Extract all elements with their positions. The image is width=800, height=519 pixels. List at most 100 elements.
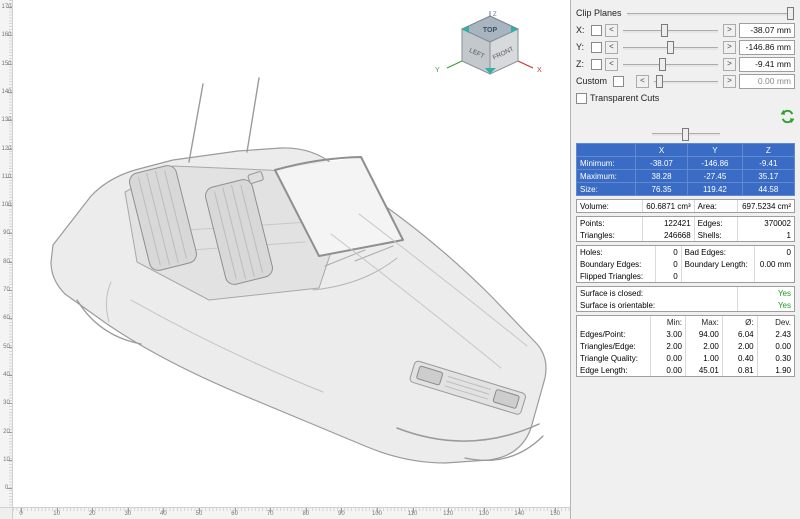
- counts-group: Points: 122421 Edges: 370002 Triangles: …: [576, 216, 795, 242]
- slider-handle[interactable]: [656, 75, 663, 88]
- view-cube-top-label: TOP: [483, 27, 498, 34]
- plane-z-step-left-button[interactable]: <: [605, 58, 618, 71]
- transparent-cuts-checkbox[interactable]: [576, 93, 587, 104]
- bbox-col-z: Z: [742, 144, 794, 157]
- plane-z-checkbox[interactable]: [591, 59, 602, 70]
- clip-planes-panel: Clip Planes X: < > -38.07 mm Y: < > -146…: [571, 0, 800, 519]
- ruler-vertical: 1701601501401301201101009080706050403020…: [0, 0, 13, 507]
- clip-master-slider[interactable]: [625, 7, 795, 20]
- ruler-tick: [7, 92, 12, 93]
- area-value: 697.5234 cm²: [738, 200, 794, 212]
- mesh-row-triangle-quality: Triangle Quality: 0.00 1.00 0.40 0.30: [577, 352, 794, 364]
- plane-y-slider[interactable]: [621, 41, 720, 54]
- custom-plane-label: Custom: [576, 76, 610, 86]
- ruler-tick: [199, 508, 200, 513]
- ruler-tick: [484, 508, 485, 513]
- ruler-tick: [555, 508, 556, 513]
- boundary-length-value: 0.00 mm: [755, 258, 794, 270]
- points-value: 122421: [642, 217, 694, 229]
- custom-step-right-button[interactable]: >: [723, 75, 736, 88]
- plane-x-checkbox[interactable]: [591, 25, 602, 36]
- ruler-tick: [7, 347, 12, 348]
- bbox-corner-cell: [577, 144, 636, 157]
- mesh-quality-group: Min: Max: Ø: Dev. Edges/Point: 3.00 94.0…: [576, 315, 795, 377]
- ruler-tick: [341, 508, 342, 513]
- custom-step-left-button[interactable]: <: [636, 75, 649, 88]
- custom-plane-slider[interactable]: [652, 75, 720, 88]
- ruler-corner: [0, 507, 13, 519]
- slider-handle[interactable]: [667, 41, 674, 54]
- mesh-col-dev: Dev.: [757, 316, 794, 328]
- plane-y-step-right-button[interactable]: >: [723, 41, 736, 54]
- axis-x-label: X: [537, 67, 542, 74]
- triangles-label: Triangles:: [577, 229, 642, 241]
- boundary-edges-value: 0: [655, 258, 681, 270]
- cut-transparency-slider[interactable]: [650, 128, 722, 140]
- ruler-tick: [377, 508, 378, 513]
- plane-z-step-right-button[interactable]: >: [723, 58, 736, 71]
- axis-y-label: Y: [435, 67, 440, 74]
- ruler-tick: [128, 508, 129, 513]
- plane-z-slider[interactable]: [621, 58, 720, 71]
- slider-handle[interactable]: [659, 58, 666, 71]
- car-pillars: [189, 78, 259, 162]
- ruler-tick: [235, 508, 236, 513]
- custom-plane-row: Custom < > 0.00 mm: [576, 74, 795, 88]
- defects-group: Holes: 0 Bad Edges: 0 Boundary Edges: 0 …: [576, 245, 795, 283]
- plane-y-checkbox[interactable]: [591, 42, 602, 53]
- bad-edges-value: 0: [755, 246, 794, 258]
- model-scene[interactable]: TOP LEFT FRONT X Y Z: [13, 0, 570, 507]
- plane-z-label: Z:: [576, 59, 588, 69]
- custom-plane-value[interactable]: 0.00 mm: [739, 74, 795, 89]
- ruler-tick: [7, 64, 12, 65]
- slider-handle[interactable]: [661, 24, 668, 37]
- ruler-tick: [306, 508, 307, 513]
- slider-handle[interactable]: [787, 7, 794, 20]
- plane-x-step-left-button[interactable]: <: [605, 24, 618, 37]
- plane-y-value[interactable]: -146.86 mm: [739, 40, 795, 55]
- flipped-triangles-value: 0: [655, 270, 681, 282]
- ruler-tick: [163, 508, 164, 513]
- ruler-tick: [270, 508, 271, 513]
- bbox-minimum-row: Minimum: -38.07 -146.86 -9.41: [577, 157, 795, 170]
- bounding-box-table: X Y Z Minimum: -38.07 -146.86 -9.41 Maxi…: [576, 143, 795, 196]
- bbox-maximum-row: Maximum: 38.28 -27.45 35.17: [577, 170, 795, 183]
- ruler-tick: [21, 508, 22, 513]
- clip-title-row: Clip Planes: [576, 6, 795, 20]
- ruler-tick: [7, 205, 12, 206]
- mesh-col-max: Max:: [686, 316, 723, 328]
- volume-area-group: Volume: 60.6871 cm³ Area: 697.5234 cm²: [576, 199, 795, 213]
- axis-y-line: [447, 61, 462, 68]
- slider-handle[interactable]: [682, 128, 689, 141]
- plane-z-value[interactable]: -9.41 mm: [739, 57, 795, 72]
- custom-plane-checkbox[interactable]: [613, 76, 624, 87]
- plane-x-value[interactable]: -38.07 mm: [739, 23, 795, 38]
- viewport-3d[interactable]: TOP LEFT FRONT X Y Z 1701601501401301201…: [0, 0, 571, 519]
- surface-orientable-value: Yes: [738, 299, 794, 311]
- transparent-cuts-label: Transparent Cuts: [590, 93, 659, 103]
- plane-x-step-right-button[interactable]: >: [723, 24, 736, 37]
- refresh-icon[interactable]: [780, 109, 795, 124]
- bbox-col-x: X: [635, 144, 687, 157]
- holes-value: 0: [655, 246, 681, 258]
- flipped-triangles-label: Flipped Triangles:: [577, 270, 655, 282]
- ruler-tick: [7, 120, 12, 121]
- ruler-tick: [92, 508, 93, 513]
- clip-planes-title: Clip Planes: [576, 8, 622, 18]
- surface-closed-value: Yes: [738, 287, 794, 299]
- triangles-value: 246668: [642, 229, 694, 241]
- volume-value: 60.6871 cm³: [642, 200, 694, 212]
- mesh-row-edge-length: Edge Length: 0.00 45.01 0.81 1.90: [577, 364, 794, 376]
- ruler-tick: [7, 488, 12, 489]
- ruler-tick: [7, 318, 12, 319]
- plane-row-z: Z: < > -9.41 mm: [576, 57, 795, 71]
- mesh-row-triangles-edge: Triangles/Edge: 2.00 2.00 2.00 0.00: [577, 340, 794, 352]
- ruler-tick: [7, 432, 12, 433]
- plane-y-step-left-button[interactable]: <: [605, 41, 618, 54]
- ruler-tick: [57, 508, 58, 513]
- view-cube[interactable]: TOP LEFT FRONT X Y Z: [430, 10, 542, 88]
- ruler-tick: [7, 35, 12, 36]
- ruler-tick: [7, 290, 12, 291]
- plane-row-y: Y: < > -146.86 mm: [576, 40, 795, 54]
- plane-x-slider[interactable]: [621, 24, 720, 37]
